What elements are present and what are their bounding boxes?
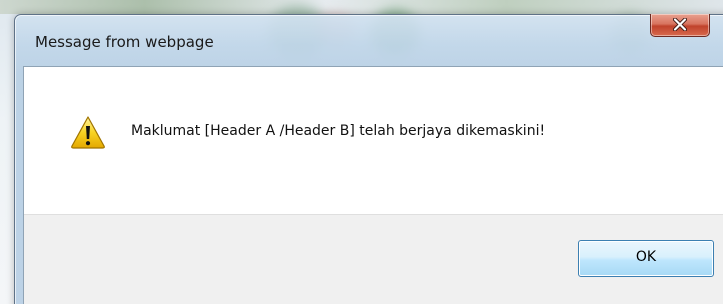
warning-icon	[71, 116, 105, 149]
close-button[interactable]	[650, 14, 710, 37]
close-icon	[673, 18, 687, 31]
ok-button[interactable]: OK	[578, 240, 714, 277]
screen: Message from webpage Maklumat [Header A …	[0, 0, 723, 304]
background-banner	[0, 0, 723, 14]
dialog-titlebar[interactable]: Message from webpage	[15, 14, 723, 66]
dialog-title: Message from webpage	[35, 33, 214, 51]
button-bar: OK	[24, 214, 723, 304]
message-dialog: Message from webpage Maklumat [Header A …	[14, 14, 723, 304]
dialog-message: Maklumat [Header A /Header B] telah berj…	[131, 123, 546, 139]
message-area: Maklumat [Header A /Header B] telah berj…	[24, 67, 723, 214]
dialog-body: Maklumat [Header A /Header B] telah berj…	[23, 66, 723, 304]
